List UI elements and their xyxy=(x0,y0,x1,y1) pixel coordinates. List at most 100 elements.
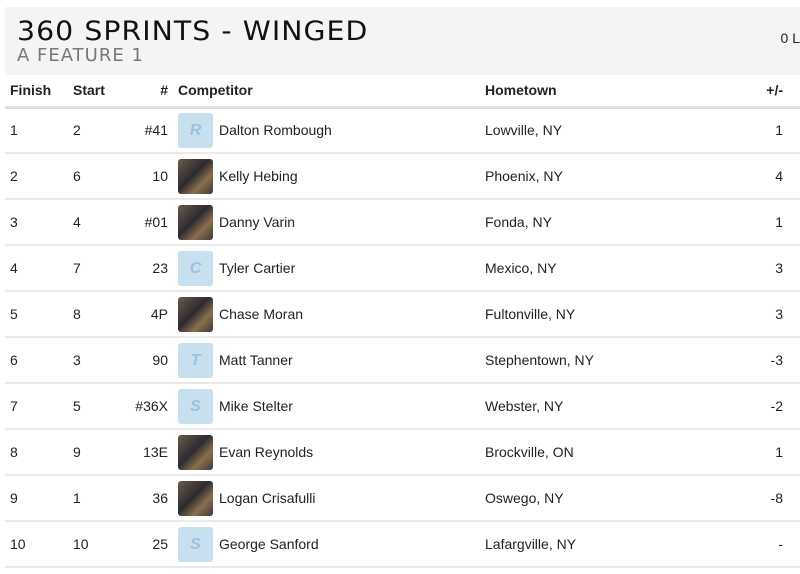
finish-cell: 5 xyxy=(5,291,68,338)
competitor-cell: Chase Moran xyxy=(173,291,480,338)
avatar[interactable]: C xyxy=(178,250,213,286)
competitor-name[interactable]: Kelly Hebing xyxy=(219,168,298,184)
finish-cell: 8 xyxy=(5,429,68,476)
competitor-cell: S Mike Stelter xyxy=(173,383,480,430)
avatar[interactable] xyxy=(178,296,213,332)
avatar[interactable]: R xyxy=(178,112,213,148)
results-table: Finish Start # Competitor Hometown +/- 1… xyxy=(5,75,800,568)
competitor-name[interactable]: George Sanford xyxy=(219,536,319,552)
position-change-cell: 3 xyxy=(740,245,800,292)
avatar[interactable] xyxy=(178,158,213,194)
position-change-cell: 1 xyxy=(740,429,800,476)
hometown-cell: Lafargville, NY xyxy=(480,521,740,568)
competitor-name[interactable]: Danny Varin xyxy=(219,214,295,230)
car-number-cell: #01 xyxy=(118,199,173,246)
car-number-cell: 25 xyxy=(118,521,173,568)
col-diff[interactable]: +/- xyxy=(740,75,800,109)
position-change-cell: - xyxy=(740,521,800,568)
car-number-cell: #36X xyxy=(118,383,173,430)
start-cell: 9 xyxy=(68,429,118,476)
competitor-name[interactable]: Logan Crisafulli xyxy=(219,490,316,506)
hometown-cell: Oswego, NY xyxy=(480,475,740,522)
start-cell: 5 xyxy=(68,383,118,430)
finish-cell: 6 xyxy=(5,337,68,384)
avatar[interactable]: T xyxy=(178,342,213,378)
hometown-cell: Fultonville, NY xyxy=(480,291,740,338)
table-row[interactable]: 1 2 #41 R Dalton Rombough Lowville, NY 1 xyxy=(5,107,800,154)
finish-cell: 3 xyxy=(5,199,68,246)
table-row[interactable]: 2 6 10 Kelly Hebing Phoenix, NY 4 xyxy=(5,153,800,200)
table-row[interactable]: 4 7 23 C Tyler Cartier Mexico, NY 3 xyxy=(5,245,800,292)
finish-cell: 7 xyxy=(5,383,68,430)
start-cell: 8 xyxy=(68,291,118,338)
avatar[interactable] xyxy=(178,434,213,470)
competitor-cell: Kelly Hebing xyxy=(173,153,480,200)
start-cell: 7 xyxy=(68,245,118,292)
finish-cell: 4 xyxy=(5,245,68,292)
car-number-cell: 90 xyxy=(118,337,173,384)
avatar[interactable]: S xyxy=(178,526,213,562)
finish-cell: 10 xyxy=(5,521,68,568)
hometown-cell: Phoenix, NY xyxy=(480,153,740,200)
position-change-cell: 4 xyxy=(740,153,800,200)
competitor-cell: Logan Crisafulli xyxy=(173,475,480,522)
col-competitor[interactable]: Competitor xyxy=(173,75,480,109)
race-header: 360 SPRINTS - WINGED A FEATURE 1 0 L xyxy=(5,7,800,75)
race-title: 360 SPRINTS - WINGED xyxy=(17,16,369,47)
position-change-cell: -2 xyxy=(740,383,800,430)
position-change-cell: 1 xyxy=(740,107,800,154)
competitor-name[interactable]: Mike Stelter xyxy=(219,398,293,414)
competitor-cell: T Matt Tanner xyxy=(173,337,480,384)
car-number-cell: 13E xyxy=(118,429,173,476)
hometown-cell: Stephentown, NY xyxy=(480,337,740,384)
hometown-cell: Brockville, ON xyxy=(480,429,740,476)
table-row[interactable]: 6 3 90 T Matt Tanner Stephentown, NY -3 xyxy=(5,337,800,384)
competitor-cell: Evan Reynolds xyxy=(173,429,480,476)
start-cell: 10 xyxy=(68,521,118,568)
race-subtitle: A FEATURE 1 xyxy=(17,45,144,66)
hometown-cell: Fonda, NY xyxy=(480,199,740,246)
avatar[interactable]: S xyxy=(178,388,213,424)
position-change-cell: 3 xyxy=(740,291,800,338)
finish-cell: 1 xyxy=(5,107,68,154)
position-change-cell: -3 xyxy=(740,337,800,384)
avatar[interactable] xyxy=(178,480,213,516)
car-number-cell: #41 xyxy=(118,107,173,154)
start-cell: 4 xyxy=(68,199,118,246)
hometown-cell: Mexico, NY xyxy=(480,245,740,292)
col-finish[interactable]: Finish xyxy=(5,75,68,109)
table-row[interactable]: 3 4 #01 Danny Varin Fonda, NY 1 xyxy=(5,199,800,246)
position-change-cell: -8 xyxy=(740,475,800,522)
competitor-name[interactable]: Evan Reynolds xyxy=(219,444,313,460)
start-cell: 6 xyxy=(68,153,118,200)
table-row[interactable]: 5 8 4P Chase Moran Fultonville, NY 3 xyxy=(5,291,800,338)
competitor-name[interactable]: Dalton Rombough xyxy=(219,122,332,138)
competitor-name[interactable]: Chase Moran xyxy=(219,306,303,322)
car-number-cell: 10 xyxy=(118,153,173,200)
col-number[interactable]: # xyxy=(118,75,173,109)
table-row[interactable]: 9 1 36 Logan Crisafulli Oswego, NY -8 xyxy=(5,475,800,522)
table-header-row: Finish Start # Competitor Hometown +/- xyxy=(5,75,800,109)
table-row[interactable]: 10 10 25 S George Sanford Lafargville, NY… xyxy=(5,521,800,568)
table-row[interactable]: 7 5 #36X S Mike Stelter Webster, NY -2 xyxy=(5,383,800,430)
position-change-cell: 1 xyxy=(740,199,800,246)
hometown-cell: Webster, NY xyxy=(480,383,740,430)
competitor-cell: Danny Varin xyxy=(173,199,480,246)
laps-count: 0 L xyxy=(780,30,800,46)
car-number-cell: 4P xyxy=(118,291,173,338)
col-start[interactable]: Start xyxy=(68,75,118,109)
table-row[interactable]: 8 9 13E Evan Reynolds Brockville, ON 1 xyxy=(5,429,800,476)
avatar[interactable] xyxy=(178,204,213,240)
competitor-name[interactable]: Tyler Cartier xyxy=(219,260,295,276)
finish-cell: 2 xyxy=(5,153,68,200)
competitor-cell: R Dalton Rombough xyxy=(173,107,480,154)
competitor-cell: C Tyler Cartier xyxy=(173,245,480,292)
finish-cell: 9 xyxy=(5,475,68,522)
start-cell: 1 xyxy=(68,475,118,522)
hometown-cell: Lowville, NY xyxy=(480,107,740,154)
start-cell: 3 xyxy=(68,337,118,384)
col-hometown[interactable]: Hometown xyxy=(480,75,740,109)
competitor-name[interactable]: Matt Tanner xyxy=(219,352,293,368)
competitor-cell: S George Sanford xyxy=(173,521,480,568)
car-number-cell: 36 xyxy=(118,475,173,522)
